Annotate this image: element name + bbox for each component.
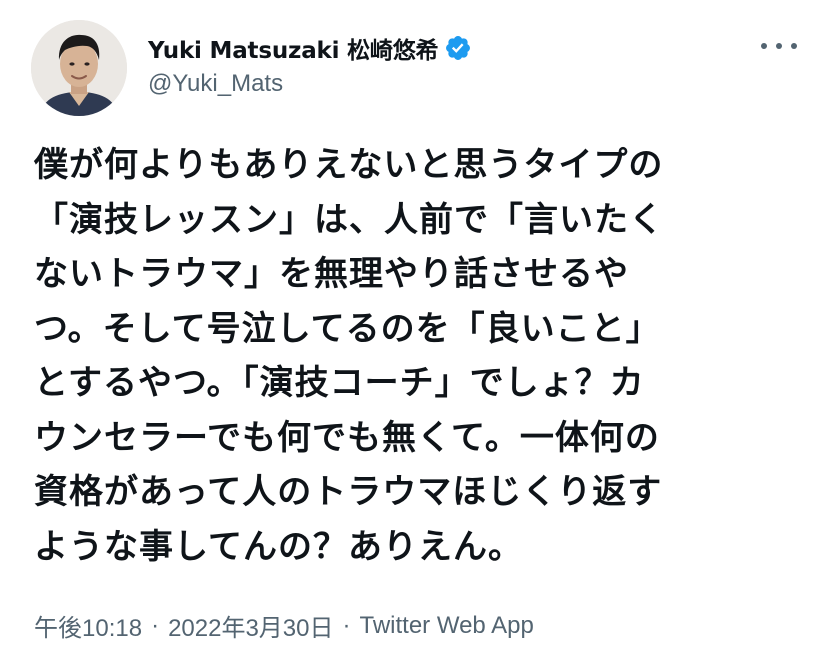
verified-badge-icon [446, 36, 471, 60]
tweet-card: Yuki Matsuzaki 松崎悠希 @Yuki_Mats 僕が何よりもありえ… [0, 0, 828, 665]
more-options-icon-dot [791, 43, 797, 49]
tweet-source-link[interactable]: Twitter Web App [360, 612, 534, 640]
meta-separator: · [342, 611, 351, 639]
tweet-text: 僕が何よりもありえないと思うタイプの 「演技レッスン」は、人前で「言いたく ない… [34, 138, 804, 574]
meta-separator: · [151, 611, 160, 639]
tweet-text-line: ウンセラーでも何でも無くて。一体何の [34, 417, 660, 458]
tweet-metadata: 午後10:18 · 2022年3月30日 · Twitter Web App [34, 608, 534, 643]
author-display-name[interactable]: Yuki Matsuzaki 松崎悠希 [148, 31, 439, 65]
author-handle[interactable]: @Yuki_Mats [148, 70, 283, 98]
more-options-icon-dot [776, 43, 782, 49]
tweet-text-line: 僕が何よりもありえないと思うタイプの [34, 145, 664, 185]
tweet-text-line: 資格があって人のトラウマほじくり返す [34, 472, 663, 512]
author-name-row[interactable]: Yuki Matsuzaki 松崎悠希 [148, 32, 472, 64]
more-options-icon [761, 43, 767, 49]
tweet-text-line: つ。そして号泣してるのを「良いこと」 [34, 308, 661, 349]
profile-photo-icon [31, 20, 127, 116]
tweet-text-line: ような事してんの？ありえん。 [34, 526, 523, 567]
tweet-text-line: ないトラウマ」を無理やり話させるや [34, 254, 629, 294]
tweet-text-line: 「演技レッスン」は、人前で「言いたく [34, 199, 664, 240]
more-options-button[interactable] [761, 34, 797, 58]
tweet-text-line: とするやつ。「演技コーチ」でしょ？カ [34, 363, 645, 403]
tweet-time[interactable]: 午後10:18 [34, 608, 142, 643]
tweet-date[interactable]: 2022年3月30日 [168, 608, 333, 643]
avatar[interactable] [31, 20, 127, 116]
